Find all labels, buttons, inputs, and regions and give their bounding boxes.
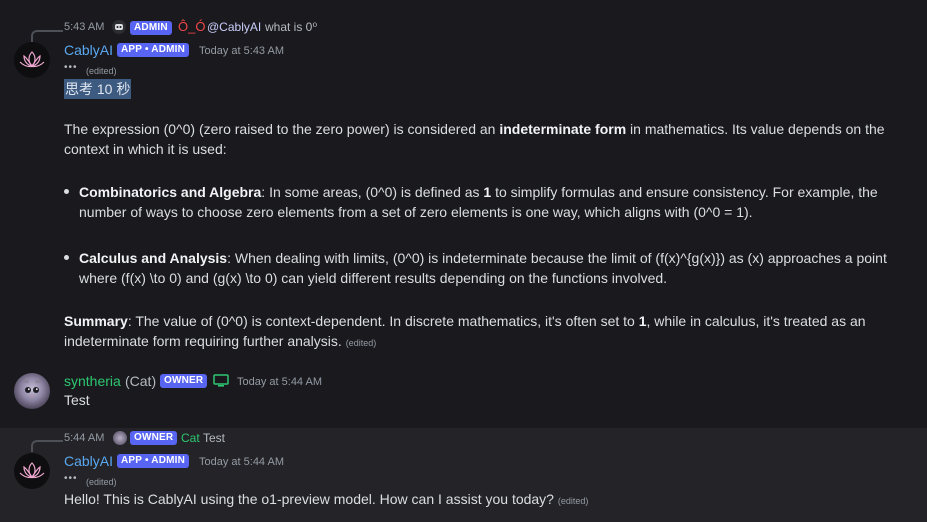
reply-text[interactable]: Test (203, 431, 225, 445)
bullet-2-line-2: where (f(x) \to 0) and (g(x) \to 0) can … (79, 270, 668, 286)
reply-owner-badge: OWNER (130, 431, 178, 445)
reply-connector (31, 30, 63, 42)
author-name[interactable]: CablyAI (64, 42, 113, 58)
owner-badge: OWNER (160, 374, 208, 388)
reply-emoticon: Ô_Ó (178, 19, 206, 34)
intro-line-1: The expression (0^0) (zero raised to the… (64, 121, 885, 137)
reply-avatar-icon[interactable] (113, 431, 127, 445)
message-timestamp: Today at 5:44 AM (237, 376, 322, 388)
message-text: Test (64, 392, 90, 408)
cablyai-avatar[interactable] (14, 42, 50, 78)
edited-label: (edited) (86, 477, 117, 487)
app-admin-badge: APP • ADMIN (117, 454, 190, 468)
reply-author[interactable]: Cat (181, 431, 200, 445)
bullet-2-line-1: Calculus and Analysis: When dealing with… (79, 250, 887, 266)
dots-indicator: ••• (64, 62, 78, 73)
intro-line-2: context in which it is used: (64, 141, 227, 157)
desktop-icon (213, 374, 229, 388)
reply-time: 5:43 AM (64, 21, 105, 33)
reply-time: 5:44 AM (64, 432, 105, 444)
message-timestamp: Today at 5:44 AM (199, 456, 284, 468)
reply-admin-badge: ADMIN (130, 21, 172, 35)
app-admin-badge: APP • ADMIN (117, 43, 190, 57)
lotus-icon (19, 462, 45, 479)
cat-icon (23, 377, 41, 397)
bullet-1-line-1: Combinatorics and Algebra: In some areas… (79, 184, 878, 200)
dots-indicator: ••• (64, 473, 78, 484)
cablyai-avatar[interactable] (14, 453, 50, 489)
author-name[interactable]: syntheria (64, 373, 121, 389)
bullet-1-line-2: number of ways to choose zero elements f… (79, 204, 753, 220)
reply-mention[interactable]: @CablyAI (207, 20, 261, 34)
syntheria-avatar[interactable] (14, 373, 50, 409)
reply-user-icon[interactable] (112, 20, 126, 34)
message-text: Hello! This is CablyAI using the o1-prev… (64, 491, 589, 507)
edited-label: (edited) (86, 66, 117, 76)
summary-line-2: indeterminate form requiring further ana… (64, 333, 377, 349)
author-suffix: (Cat) (125, 373, 157, 389)
bullet-dot (64, 189, 69, 194)
bullet-dot (64, 255, 69, 260)
summary-line-1: Summary: The value of (0^0) is context-d… (64, 313, 866, 329)
message-timestamp: Today at 5:43 AM (199, 45, 284, 57)
author-name[interactable]: CablyAI (64, 453, 113, 469)
reply-text[interactable]: what is 0⁰ (265, 20, 317, 34)
thinking-duration: 思考 10 秒 (64, 79, 132, 99)
reply-connector (31, 440, 63, 452)
lotus-icon (19, 51, 45, 68)
